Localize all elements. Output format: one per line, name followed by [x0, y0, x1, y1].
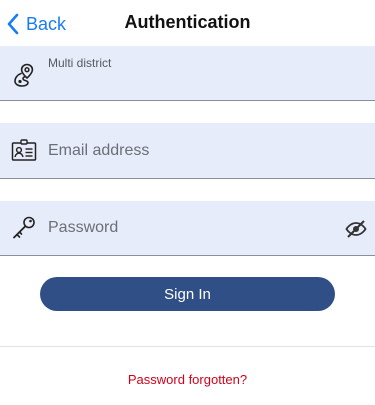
email-field[interactable] — [48, 139, 325, 163]
district-selector[interactable]: Multi district — [0, 46, 375, 101]
authentication-screen: Back Authentication Multi district Email… — [0, 0, 375, 405]
password-field-container — [0, 201, 375, 256]
sign-in-button[interactable]: Sign In — [40, 277, 335, 311]
id-card-icon — [11, 139, 37, 161]
district-label: Multi district — [48, 56, 112, 70]
password-field[interactable] — [48, 216, 325, 240]
navigation-bar: Back Authentication — [0, 0, 375, 46]
password-forgotten-link[interactable]: Password forgotten? — [0, 372, 375, 387]
key-icon — [13, 216, 35, 239]
eye-off-icon[interactable] — [345, 218, 367, 240]
divider — [0, 346, 375, 347]
page-title: Authentication — [124, 12, 251, 32]
email-field-container — [0, 123, 375, 179]
map-pin-route-icon — [14, 63, 34, 87]
